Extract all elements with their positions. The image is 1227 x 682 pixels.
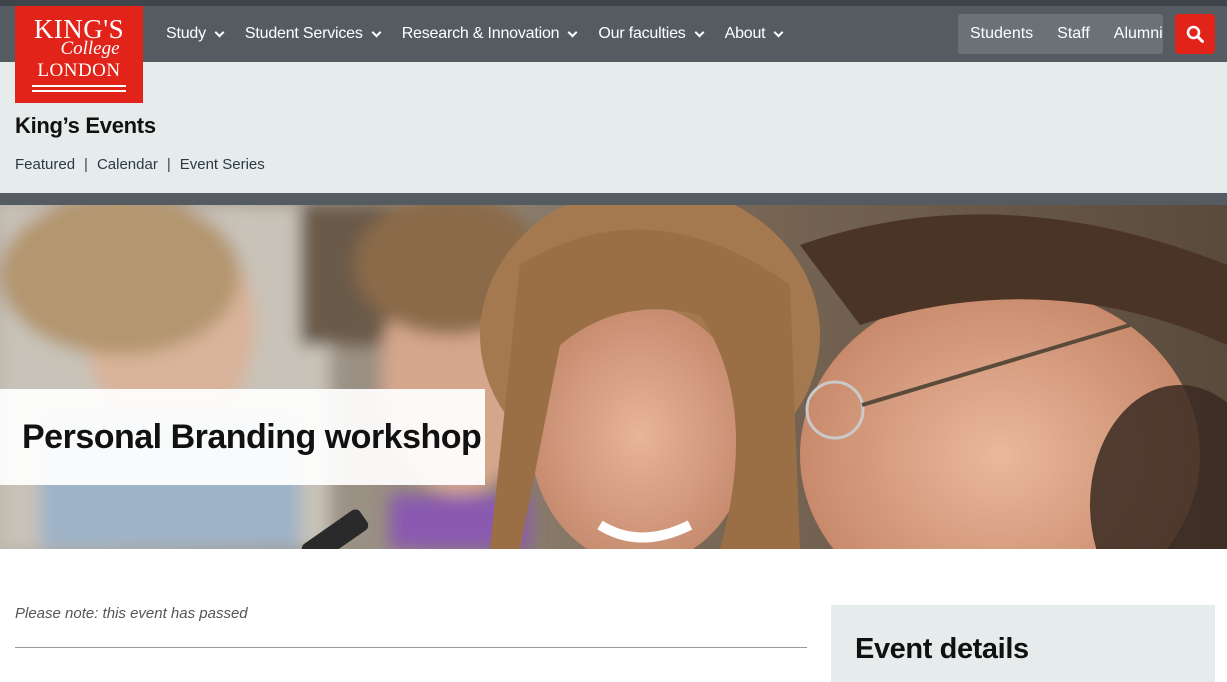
nav-item-about[interactable]: About [724,25,784,43]
event-details-heading: Event details [855,633,1029,665]
logo-line-london: LONDON [37,60,121,81]
nav-item-our-faculties[interactable]: Our faculties [598,25,705,43]
subnav-event-series-link[interactable]: Event Series [180,156,265,173]
subnav-calendar-link[interactable]: Calendar [97,156,158,173]
event-title: Personal Branding workshop [22,417,482,456]
chevron-down-icon [773,27,784,37]
logo-rule [32,90,126,92]
event-details-panel: Event details [831,605,1215,682]
hero-image [0,205,1227,549]
site-subheader [0,62,1227,193]
audience-switcher: Students Staff Alumni [958,14,1163,54]
subnav-separator: | [166,156,171,173]
subnav-separator: | [84,156,88,173]
hero-photo-illustration [0,205,1227,549]
nav-item-label: Student Services [244,25,363,42]
audience-staff-link[interactable]: Staff [1045,14,1102,54]
event-passed-notice: Please note: this event has passed [15,605,248,622]
primary-nav: Study Student Services Research & Innova… [166,6,804,62]
chevron-down-icon [371,27,382,37]
chevron-down-icon [567,27,578,37]
logo-rule [32,85,126,87]
subnav-featured-link[interactable]: Featured [15,156,75,173]
audience-alumni-link[interactable]: Alumni [1102,14,1175,54]
nav-item-label: Research & Innovation [401,25,560,42]
nav-item-label: Study [166,25,206,42]
site-title[interactable]: King’s Events [15,113,156,139]
content-divider [15,647,807,648]
search-icon [1186,25,1204,43]
nav-item-study[interactable]: Study [166,25,225,43]
event-title-box: Personal Branding workshop [0,389,485,485]
nav-item-label: Our faculties [598,25,686,42]
hero-top-band [0,193,1227,205]
kings-college-logo[interactable]: KING'S College LONDON [15,6,143,103]
events-subnav: Featured | Calendar | Event Series [15,156,265,173]
logo-line-college: College [60,38,120,59]
chevron-down-icon [214,27,225,37]
audience-students-link[interactable]: Students [958,14,1045,54]
nav-item-research-innovation[interactable]: Research & Innovation [401,25,578,43]
search-button[interactable] [1175,14,1215,54]
nav-item-student-services[interactable]: Student Services [244,25,382,43]
nav-item-label: About [724,25,766,42]
chevron-down-icon [694,27,705,37]
